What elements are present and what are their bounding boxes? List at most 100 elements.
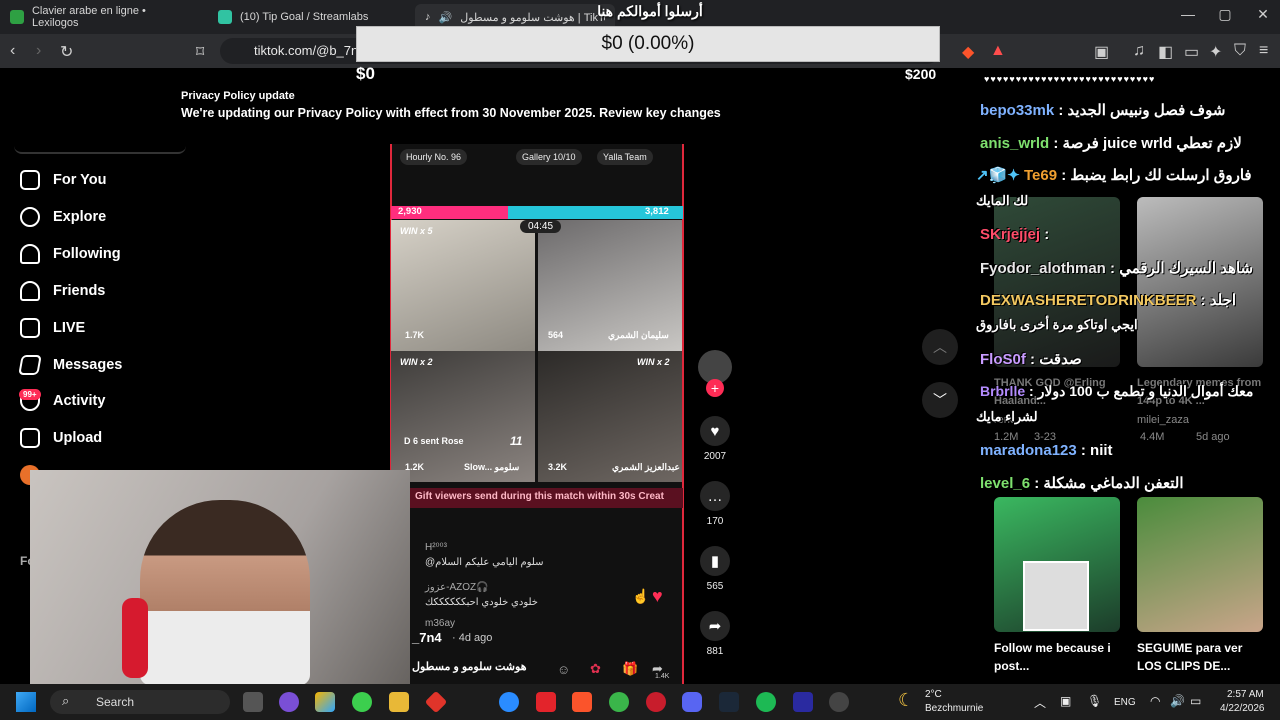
suggested-video-thumbnail[interactable] xyxy=(1137,497,1263,632)
tray-app-icon[interactable]: ▣ xyxy=(1060,694,1071,708)
clock-time[interactable]: 2:57 AM xyxy=(1227,689,1264,700)
ea-icon[interactable] xyxy=(793,692,813,712)
app-icon[interactable] xyxy=(499,692,519,712)
comment-button[interactable]: … 170 xyxy=(700,481,730,527)
spotify-icon[interactable] xyxy=(756,692,776,712)
taskbar-search[interactable]: Search xyxy=(50,690,230,714)
comment-user: m36ay xyxy=(425,618,456,629)
battery-icon[interactable]: ▭ xyxy=(1190,694,1201,708)
chat-text: ايجي اوتاكو مرة أخرى بافاروق xyxy=(976,317,1138,332)
chat-message: maradona123 : niit xyxy=(980,442,1113,459)
close-button[interactable]: ✕ xyxy=(1243,6,1280,23)
sidebar-item-label: LIVE xyxy=(53,320,86,336)
tab-lexilogos[interactable]: Clavier arabe en ligne • Lexilogos xyxy=(0,4,205,30)
wifi-icon[interactable]: ◠ xyxy=(1150,694,1160,708)
previous-video-button[interactable]: ︿ xyxy=(922,329,958,365)
wallet-icon[interactable]: ▭ xyxy=(1184,42,1199,62)
hourly-rank-chip[interactable]: Hourly No. 96 xyxy=(400,149,468,165)
sidebar-item-live[interactable]: LIVE xyxy=(20,318,85,338)
windows-start-icon[interactable] xyxy=(16,692,36,712)
save-button[interactable]: ▮ 565 xyxy=(700,546,730,592)
file-explorer-icon[interactable] xyxy=(389,692,409,712)
chat-text: : صدقت xyxy=(1025,351,1082,368)
team-chip[interactable]: Yalla Team xyxy=(597,149,653,165)
app-icon[interactable] xyxy=(609,692,629,712)
music-icon[interactable]: ♫ xyxy=(1133,42,1145,60)
sidebar-item-label: Activity xyxy=(53,393,106,409)
opera-icon[interactable] xyxy=(646,692,666,712)
suggested-video-thumbnail[interactable] xyxy=(1137,197,1263,367)
app-icon[interactable] xyxy=(536,692,556,712)
language-indicator[interactable]: ENG xyxy=(1114,697,1136,708)
sidebar-icon[interactable]: ◧ xyxy=(1158,42,1173,62)
gift-icon[interactable]: 🎁 xyxy=(622,661,638,677)
minimize-button[interactable]: — xyxy=(1168,6,1208,22)
activity-badge: 99+ xyxy=(19,389,41,400)
next-video-button[interactable]: ﹀ xyxy=(922,382,958,418)
gift-match-banner[interactable]: Gift viewers send during this match with… xyxy=(409,488,683,508)
steam-icon[interactable] xyxy=(719,692,739,712)
store-icon[interactable] xyxy=(315,692,335,712)
sidebar-item-upload[interactable]: Upload xyxy=(20,428,102,448)
vpn-icon[interactable]: ⛉ xyxy=(1234,42,1246,60)
bookmark-icon[interactable]: ⌑ xyxy=(196,42,204,62)
sidebar-item-label: Friends xyxy=(53,283,106,299)
brave-browser-icon[interactable] xyxy=(572,692,592,712)
brave-shield-icon[interactable]: ◆ xyxy=(962,42,974,62)
discord-icon[interactable] xyxy=(682,692,702,712)
floating-heart-icon: ♥ xyxy=(652,586,663,606)
compass-icon xyxy=(20,207,40,227)
friends-icon xyxy=(20,281,40,301)
weather-temp[interactable]: 2°C xyxy=(925,689,942,700)
chat-message: لشراء مايك xyxy=(976,409,1038,425)
reader-icon[interactable]: ▣ xyxy=(1094,42,1109,62)
chat-message: anis_wrld : فرصة juice wrld لازم تعطي xyxy=(980,134,1242,152)
save-count: 565 xyxy=(706,581,724,592)
app-icon[interactable] xyxy=(829,692,849,712)
sidebar-item-messages[interactable]: Messages xyxy=(18,355,122,375)
reload-icon[interactable]: ↻ xyxy=(60,42,73,62)
video-username[interactable]: _7n4 xyxy=(412,630,442,645)
sidebar-item-for-you[interactable]: For You xyxy=(20,170,106,190)
comment-user: H²⁰⁰³ xyxy=(425,542,447,553)
chat-text: : فرصة juice wrld لازم تعطي xyxy=(1049,135,1242,152)
cell-name: Slow... سلومو xyxy=(464,462,520,472)
maximize-button[interactable]: ▢ xyxy=(1205,6,1245,23)
volume-icon[interactable]: 🔊 xyxy=(1170,694,1185,708)
weather-desc[interactable]: Bezchmurnie xyxy=(925,703,983,714)
sidebar-item-following[interactable]: Following xyxy=(20,244,121,264)
cell-count: 564 xyxy=(548,330,564,340)
sidebar-item-explore[interactable]: Explore xyxy=(20,207,106,227)
sidebar-item-friends[interactable]: Friends xyxy=(20,281,105,301)
inset-face-thumbnail xyxy=(1023,561,1089,631)
ai-icon[interactable]: ✦ xyxy=(1209,42,1222,62)
like-button[interactable]: ♥ 2007 xyxy=(700,416,730,462)
task-view-icon[interactable] xyxy=(243,692,263,712)
chat-text: : شوف فصل ونبيس الجديد xyxy=(1054,102,1226,119)
privacy-update-body[interactable]: We're updating our Privacy Policy with e… xyxy=(181,106,721,120)
tray-overflow-icon[interactable]: ︿ xyxy=(1034,694,1046,711)
clock-date[interactable]: 4/22/2026 xyxy=(1220,703,1265,714)
comment-text: خلودي خلودي احبككككككك xyxy=(425,597,538,608)
brave-rewards-icon[interactable]: ▲ xyxy=(990,42,1006,60)
chat-message: ايجي اوتاكو مرة أخرى بافاروق xyxy=(976,317,1138,333)
microphone-tray-icon[interactable]: 🎙 xyxy=(1087,694,1102,708)
comment-text: @سلوم اليامي عليكم السلام xyxy=(425,557,544,568)
copilot-icon[interactable] xyxy=(279,692,299,712)
cell-name: عبدالعزيز الشمري xyxy=(612,462,680,472)
follow-plus-icon[interactable]: + xyxy=(706,379,724,397)
menu-icon[interactable]: ≡ xyxy=(1259,42,1268,60)
gift-notice: D 6 sent Rose xyxy=(404,436,464,446)
emoji-icon[interactable]: ☺ xyxy=(557,662,570,677)
rose-gift-icon[interactable]: ✿ xyxy=(590,661,601,677)
back-icon[interactable]: ‹ xyxy=(10,42,15,60)
cell-name: سليمان الشمري xyxy=(608,330,669,340)
share-button[interactable]: ➦ 881 xyxy=(700,611,730,657)
forward-icon[interactable]: › xyxy=(36,42,41,60)
suggested-video-thumbnail[interactable] xyxy=(994,197,1120,367)
app-icon[interactable] xyxy=(352,692,372,712)
chat-username: maradona123 xyxy=(980,442,1077,459)
gallery-chip[interactable]: Gallery 10/10 xyxy=(516,149,582,165)
tab-title: (10) Tip Goal / Streamlabs xyxy=(240,11,369,23)
sidebar-item-label: Explore xyxy=(53,209,107,225)
